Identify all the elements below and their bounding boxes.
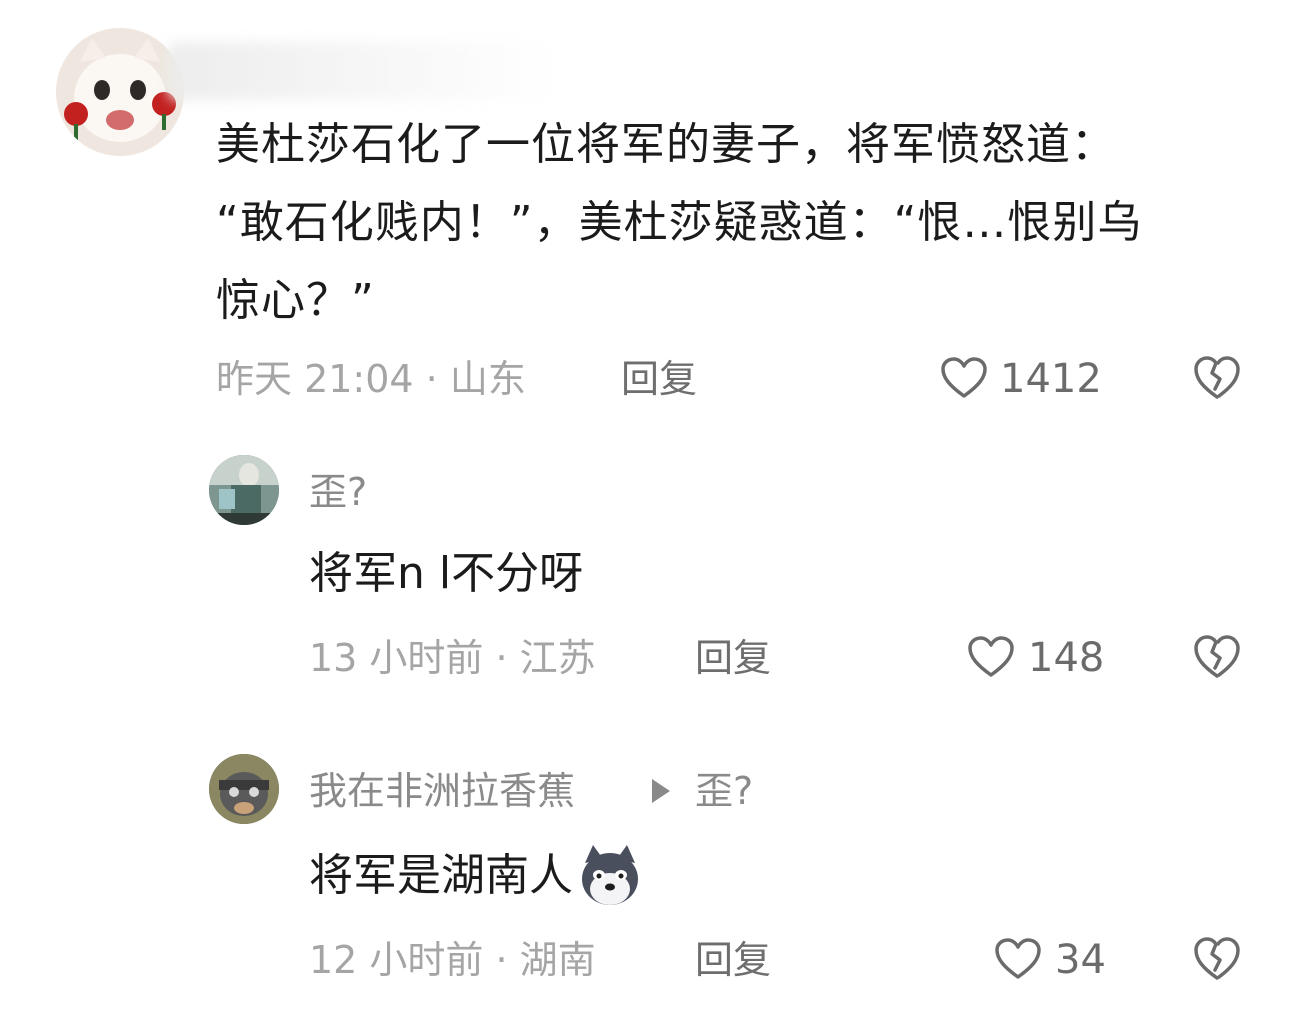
comment-text: 美杜莎石化了一位将军的妻子，将军愤怒道： “敢石化贱内！”，美杜莎疑惑道：“恨…… <box>216 106 1266 340</box>
reply-username[interactable]: 我在非洲拉香蕉 <box>309 766 575 816</box>
heart-outline-icon <box>995 938 1041 979</box>
reply-button[interactable]: 回复 <box>621 354 697 404</box>
reply-avatar-image <box>209 455 279 525</box>
like-count: 148 <box>1028 635 1105 681</box>
reply-time-location: 13 小时前 · 江苏 <box>309 636 596 680</box>
avatar[interactable] <box>209 455 279 525</box>
reply-time-location: 12 小时前 · 湖南 <box>309 938 596 982</box>
reply-text: 将军是湖南人 <box>309 850 573 901</box>
dislike-button[interactable] <box>1193 936 1241 986</box>
reply-text-row: 将军是湖南人 <box>309 843 643 909</box>
broken-heart-icon <box>1194 635 1240 678</box>
reply-button[interactable]: 回复 <box>695 935 771 985</box>
avatar[interactable] <box>209 754 279 824</box>
username-redacted <box>168 42 558 100</box>
comment-text-line: “敢石化贱内！”，美杜莎疑惑道：“恨…恨别乌 <box>216 197 1143 248</box>
heart-outline-icon <box>968 636 1014 677</box>
like-count: 34 <box>1055 937 1106 983</box>
triangle-right-icon <box>652 779 670 803</box>
like-button[interactable] <box>940 356 988 404</box>
broken-heart-icon <box>1194 356 1240 399</box>
comment-text-line: 惊心？” <box>216 275 375 326</box>
like-count: 1412 <box>1000 356 1102 402</box>
like-button[interactable] <box>967 635 1015 683</box>
comment-time-location: 昨天 21:04 · 山东 <box>216 357 526 401</box>
reply-text: 将军n l不分呀 <box>309 548 584 599</box>
heart-outline-icon <box>941 357 987 398</box>
like-button[interactable] <box>994 937 1042 985</box>
reply-avatar-image <box>209 754 279 824</box>
cat-avatar-image <box>56 28 184 156</box>
reply-to-username[interactable]: 歪? <box>695 766 753 816</box>
broken-heart-icon <box>1194 937 1240 980</box>
reply-button[interactable]: 回复 <box>695 633 771 683</box>
reply-username[interactable]: 歪? <box>309 467 367 517</box>
comment-text-line: 美杜莎石化了一位将军的妻子，将军愤怒道： <box>216 119 1116 170</box>
dislike-button[interactable] <box>1193 634 1241 684</box>
doge-emoji-icon <box>582 845 638 905</box>
dislike-button[interactable] <box>1193 355 1241 405</box>
avatar[interactable] <box>56 28 184 156</box>
